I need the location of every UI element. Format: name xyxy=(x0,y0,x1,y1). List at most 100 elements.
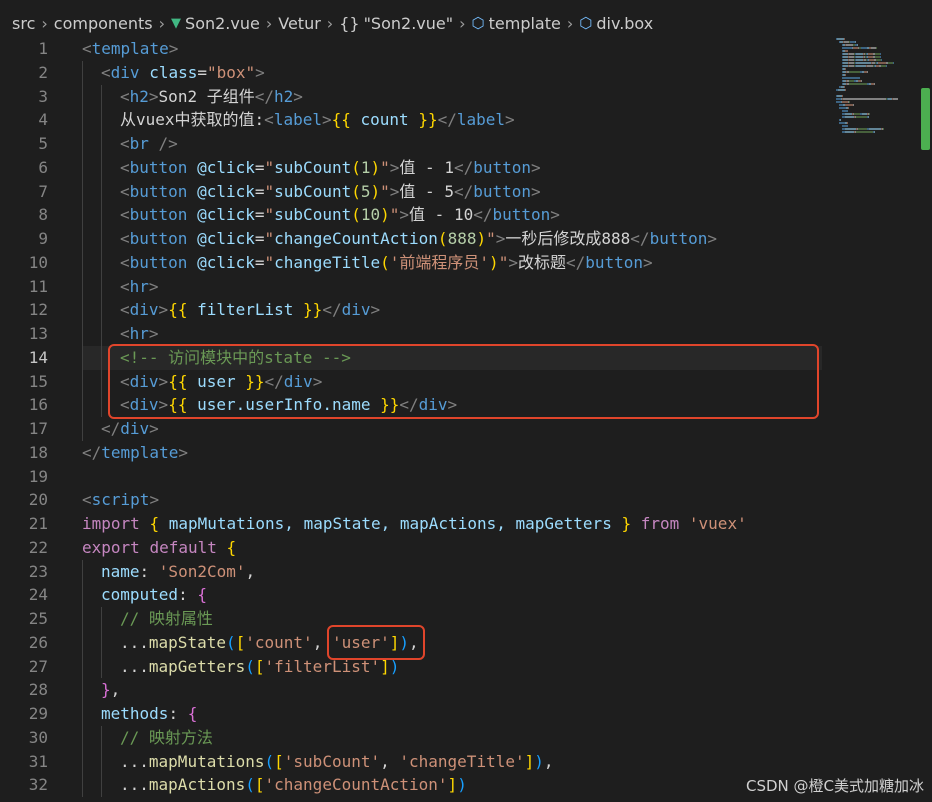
code-token: < xyxy=(120,300,130,320)
breadcrumb-item[interactable]: ⬡ template xyxy=(472,14,561,33)
minimap-line xyxy=(846,44,853,46)
minimap-line xyxy=(842,110,848,112)
minimap-line xyxy=(845,50,848,52)
code-token: : xyxy=(168,704,188,723)
code-token: from xyxy=(640,514,680,533)
code-token: count xyxy=(350,110,419,130)
breadcrumb-item[interactable]: src xyxy=(12,14,35,33)
code-line[interactable]: 7 <button @click="subCount(5)">值 - 5</but… xyxy=(0,180,832,204)
indent-guide xyxy=(82,369,83,394)
minimap-line xyxy=(874,83,875,85)
code-token: 5 xyxy=(360,181,371,201)
breadcrumb-item[interactable]: Vetur xyxy=(278,14,321,33)
minimap-line xyxy=(845,113,852,115)
line-number: 2 xyxy=(38,62,48,82)
minimap-line xyxy=(861,80,862,82)
code-line[interactable]: 2 <div class="box"> xyxy=(0,61,832,85)
code-token: > xyxy=(149,490,160,510)
scrollbar-thumb[interactable] xyxy=(921,88,930,150)
code-text: }, xyxy=(101,678,120,702)
code-line[interactable]: 18 </template> xyxy=(0,441,832,465)
minimap-line xyxy=(843,98,886,100)
code-line[interactable]: 31 ...mapMutations(['subCount', 'changeTi… xyxy=(0,750,832,774)
breadcrumb-item[interactable]: components xyxy=(54,14,153,33)
watermark: CSDN @橙C美式加糖加冰 xyxy=(745,777,924,795)
code-line[interactable]: 13 <hr> xyxy=(0,322,832,346)
code-line[interactable]: 23 name: 'Son2Com', xyxy=(0,560,832,584)
code-token: > xyxy=(389,157,400,177)
code-token: < xyxy=(120,276,130,296)
code-token: = xyxy=(254,205,265,225)
code-token: </ xyxy=(565,252,586,272)
code-line[interactable]: 19 xyxy=(0,465,832,489)
code-token: ) xyxy=(457,775,467,795)
code-editor[interactable]: 1 <template> 2 <div class="box"> 3 <h2>Son2 子… xyxy=(0,36,932,802)
vertical-scrollbar[interactable] xyxy=(918,36,932,802)
code-line[interactable]: 11 <hr> xyxy=(0,275,832,299)
indent-guide xyxy=(82,345,83,370)
code-token: ) xyxy=(489,252,499,272)
code-line[interactable]: 10 <button @click="changeTitle('前端程序员')">… xyxy=(0,251,832,275)
chevron-right-icon: › xyxy=(265,13,273,33)
code-line[interactable]: 32 ...mapActions(['changeCountAction']) xyxy=(0,773,832,797)
breadcrumb-item[interactable]: {} "Son2.vue" xyxy=(339,14,453,33)
breadcrumb-item[interactable]: ▼ Son2.vue xyxy=(171,14,260,33)
code-token: 值 - 1 xyxy=(399,157,454,177)
line-number: 19 xyxy=(28,466,48,486)
indent-guide xyxy=(82,132,83,156)
code-token: < xyxy=(120,157,130,177)
indent-guide xyxy=(82,274,83,299)
code-line[interactable]: 29 methods: { xyxy=(0,702,832,726)
code-token: < xyxy=(120,205,130,225)
line-number: 27 xyxy=(28,656,48,676)
breadcrumb-item[interactable]: ⬡ div.box xyxy=(579,14,653,33)
code-line[interactable]: 3 <h2>Son2 子组件</h2> xyxy=(0,85,832,109)
minimap[interactable] xyxy=(832,36,920,136)
code-line[interactable]: 22 export default { xyxy=(0,536,832,560)
code-token: button xyxy=(129,205,188,225)
code-token: < xyxy=(120,134,130,153)
code-line[interactable]: 20 <script> xyxy=(0,488,832,512)
line-number: 1 xyxy=(38,39,48,58)
code-line[interactable]: 8 <button @click="subCount(10)">值 - 10</b… xyxy=(0,203,832,227)
code-token: ) xyxy=(380,205,390,225)
line-number: 8 xyxy=(38,205,48,225)
code-line[interactable]: 4 从vuex中获取的值:<label>{{ count }}</label> xyxy=(0,108,832,132)
indent-guide xyxy=(101,155,102,180)
code-token: { xyxy=(226,537,237,557)
indent-guide xyxy=(101,179,102,204)
code-token: @click xyxy=(197,157,255,177)
minimap-line xyxy=(845,128,856,130)
code-line[interactable]: 24 computed: { xyxy=(0,583,832,607)
code-token: ) xyxy=(370,157,381,177)
code-token: br xyxy=(129,134,149,153)
minimap-line xyxy=(856,116,867,118)
code-text: <script> xyxy=(82,488,159,512)
code-token: } xyxy=(101,680,111,700)
breadcrumb-label: div.box xyxy=(596,13,654,33)
minimap-line xyxy=(839,107,846,109)
code-token: > xyxy=(707,229,717,248)
code-token: </ xyxy=(473,205,493,225)
code-token: " xyxy=(380,181,390,201)
minimap-line xyxy=(837,38,844,40)
code-line[interactable]: 30 // 映射方法 xyxy=(0,726,832,750)
code-line[interactable]: 28}, xyxy=(0,678,832,702)
code-token: > xyxy=(148,86,159,106)
code-line[interactable]: 6 <button @click="subCount(1)">值 - 1</but… xyxy=(0,156,832,180)
code-token: '前端程序员' xyxy=(389,252,490,272)
code-line[interactable]: 9 <button @click="changeCountAction(888)"… xyxy=(0,227,832,251)
code-line[interactable]: 1 <template> xyxy=(0,37,832,61)
code-token: > xyxy=(149,419,159,438)
code-line[interactable]: 5 <br /> xyxy=(0,132,832,156)
indent-guide xyxy=(82,84,83,109)
code-line[interactable]: 17 </div> xyxy=(0,417,832,441)
code-token: template xyxy=(101,442,179,462)
code-token: > xyxy=(255,62,265,82)
code-token: changeCountAction xyxy=(274,229,438,248)
code-token: mapMutations, mapState, mapActions, mapG… xyxy=(159,514,622,533)
chevron-right-icon: › xyxy=(566,13,574,33)
code-line[interactable]: 12 <div>{{ filterList }}</div> xyxy=(0,298,832,322)
code-line[interactable]: 21 import { mapMutations, mapState, mapAc… xyxy=(0,512,832,536)
